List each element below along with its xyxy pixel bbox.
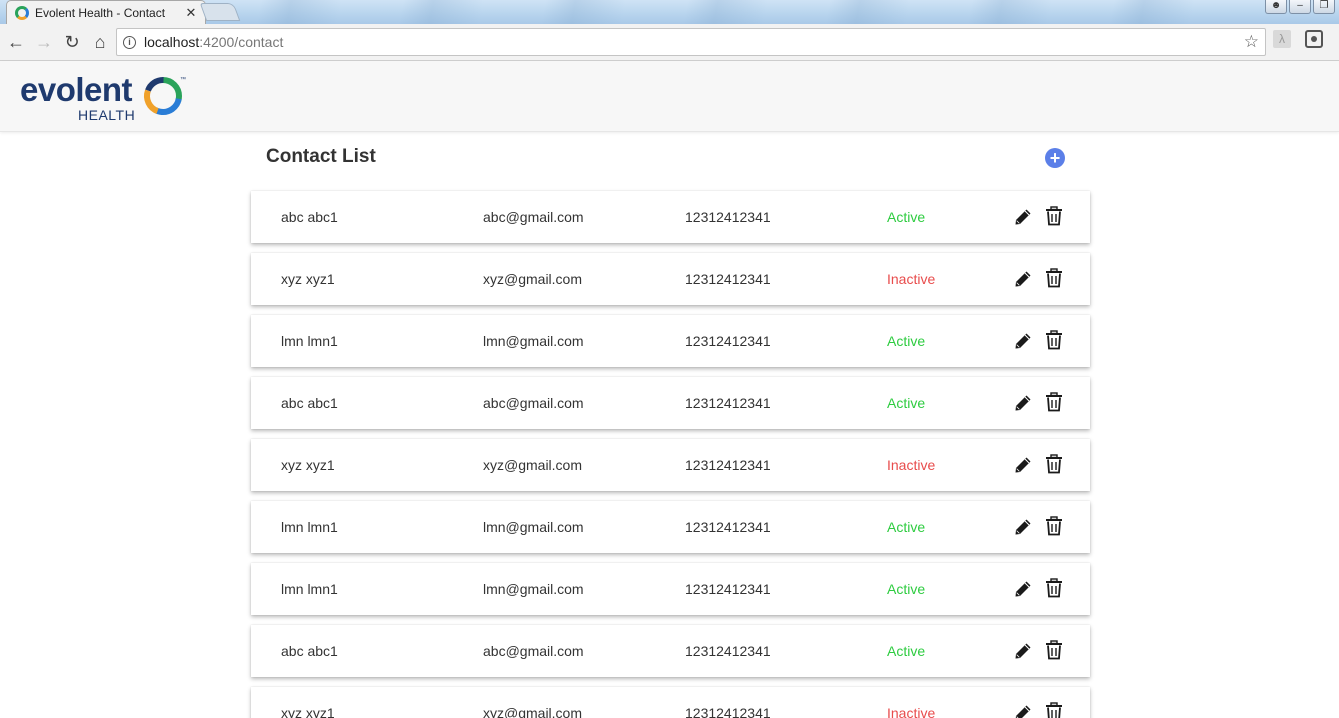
contact-phone: 12312412341 xyxy=(685,209,771,225)
delete-icon[interactable] xyxy=(1045,516,1063,536)
contact-status: Active xyxy=(887,209,926,225)
logo-wordmark: evolent xyxy=(20,71,133,108)
app-header: evolent ™ HEALTH xyxy=(0,61,1339,132)
contact-email: abc@gmail.com xyxy=(483,209,584,225)
contact-phone: 12312412341 xyxy=(685,705,771,718)
browser-toolbar: ← → ↻ ⌂ i localhost :4200/contact ☆ xyxy=(0,24,1339,61)
contact-name: lmn lmn1 xyxy=(281,581,338,597)
delete-icon[interactable] xyxy=(1045,206,1063,226)
contact-status: Inactive xyxy=(887,457,936,473)
contact-name: abc abc1 xyxy=(281,395,338,411)
minimize-icon[interactable]: – xyxy=(1289,0,1311,14)
contact-phone: 12312412341 xyxy=(685,519,771,535)
contact-card: lmn lmn1 lmn@gmail.com 12312412341 Active xyxy=(251,315,1090,367)
edit-icon[interactable] xyxy=(1013,579,1033,599)
contact-card: lmn lmn1 lmn@gmail.com 12312412341 Active xyxy=(251,563,1090,615)
contact-card: xyz xyz1 xyz@gmail.com 12312412341 Inactive xyxy=(251,253,1090,305)
contact-phone: 12312412341 xyxy=(685,395,771,411)
contact-card: abc abc1 abc@gmail.com 12312412341 Active xyxy=(251,191,1090,243)
contact-status: Active xyxy=(887,395,926,411)
edit-icon[interactable] xyxy=(1013,269,1033,289)
contact-card: abc abc1 abc@gmail.com 12312412341 Active xyxy=(251,625,1090,677)
contact-name: abc abc1 xyxy=(281,643,338,659)
url-path: :4200/contact xyxy=(199,34,284,50)
delete-icon[interactable] xyxy=(1045,330,1063,350)
edit-icon[interactable] xyxy=(1013,331,1033,351)
contact-name: lmn lmn1 xyxy=(281,519,338,535)
contact-email: lmn@gmail.com xyxy=(483,581,584,597)
new-tab-button[interactable] xyxy=(199,3,241,21)
browser-tab[interactable]: Evolent Health - Contact ✕ xyxy=(6,0,206,24)
contact-status: Inactive xyxy=(887,271,936,287)
pdf-extension-icon[interactable]: λ xyxy=(1273,30,1291,48)
contact-email: lmn@gmail.com xyxy=(483,519,584,535)
contact-status: Active xyxy=(887,581,926,597)
contact-email: abc@gmail.com xyxy=(483,395,584,411)
page-title: Contact List xyxy=(266,146,376,167)
edit-icon[interactable] xyxy=(1013,207,1033,227)
contact-phone: 12312412341 xyxy=(685,271,771,287)
contact-card: xyz xyz1 xyz@gmail.com 12312412341 Inactive xyxy=(251,687,1090,718)
window-controls: ☻ – ❐ xyxy=(1265,0,1335,14)
contact-status: Active xyxy=(887,643,926,659)
titlebar-background xyxy=(200,0,1220,24)
delete-icon[interactable] xyxy=(1045,268,1063,288)
profile-icon[interactable]: ☻ xyxy=(1265,0,1287,14)
contact-status: Active xyxy=(887,333,926,349)
forward-icon[interactable]: → xyxy=(30,28,58,56)
edit-icon[interactable] xyxy=(1013,641,1033,661)
contact-name: lmn lmn1 xyxy=(281,333,338,349)
delete-icon[interactable] xyxy=(1045,392,1063,412)
contact-card: abc abc1 abc@gmail.com 12312412341 Active xyxy=(251,377,1090,429)
contact-name: xyz xyz1 xyxy=(281,705,335,718)
url-host: localhost xyxy=(144,34,200,50)
contact-status: Inactive xyxy=(887,705,936,718)
contact-name: xyz xyz1 xyxy=(281,271,335,287)
contact-card: xyz xyz1 xyz@gmail.com 12312412341 Inactive xyxy=(251,439,1090,491)
add-contact-button[interactable]: + xyxy=(1045,148,1065,168)
address-bar[interactable]: i localhost :4200/contact ☆ xyxy=(116,28,1266,56)
bookmark-star-icon[interactable]: ☆ xyxy=(1244,32,1259,52)
delete-icon[interactable] xyxy=(1045,454,1063,474)
delete-icon[interactable] xyxy=(1045,702,1063,718)
contact-name: abc abc1 xyxy=(281,209,338,225)
contact-phone: 12312412341 xyxy=(685,581,771,597)
site-info-icon[interactable]: i xyxy=(123,35,136,49)
contact-phone: 12312412341 xyxy=(685,457,771,473)
logo-ring-icon xyxy=(144,77,182,115)
edit-icon[interactable] xyxy=(1013,455,1033,475)
contact-status: Active xyxy=(887,519,926,535)
contact-phone: 12312412341 xyxy=(685,333,771,349)
delete-icon[interactable] xyxy=(1045,578,1063,598)
evolent-health-logo[interactable]: evolent ™ HEALTH xyxy=(20,71,190,123)
logo-subtitle: HEALTH xyxy=(78,107,136,123)
reload-icon[interactable]: ↻ xyxy=(58,28,86,56)
contact-email: xyz@gmail.com xyxy=(483,705,583,718)
home-icon[interactable]: ⌂ xyxy=(86,28,114,56)
edit-icon[interactable] xyxy=(1013,517,1033,537)
tab-title: Evolent Health - Contact xyxy=(35,5,166,20)
edit-icon[interactable] xyxy=(1013,393,1033,413)
contact-name: xyz xyz1 xyxy=(281,457,335,473)
contact-email: lmn@gmail.com xyxy=(483,333,584,349)
edit-icon[interactable] xyxy=(1013,703,1033,718)
contact-email: abc@gmail.com xyxy=(483,643,584,659)
contact-email: xyz@gmail.com xyxy=(483,457,583,473)
contact-email: xyz@gmail.com xyxy=(483,271,583,287)
back-icon[interactable]: ← xyxy=(2,28,30,56)
plus-circle-icon: + xyxy=(1049,148,1061,168)
tab-close-icon[interactable]: ✕ xyxy=(185,5,197,21)
browser-titlebar: Evolent Health - Contact ✕ ☻ – ❐ xyxy=(0,0,1339,24)
delete-icon[interactable] xyxy=(1045,640,1063,660)
screen-capture-icon[interactable] xyxy=(1305,30,1323,48)
contact-card: lmn lmn1 lmn@gmail.com 12312412341 Active xyxy=(251,501,1090,553)
favicon-icon xyxy=(15,5,29,20)
contact-phone: 12312412341 xyxy=(685,643,771,659)
restore-icon[interactable]: ❐ xyxy=(1313,0,1335,14)
